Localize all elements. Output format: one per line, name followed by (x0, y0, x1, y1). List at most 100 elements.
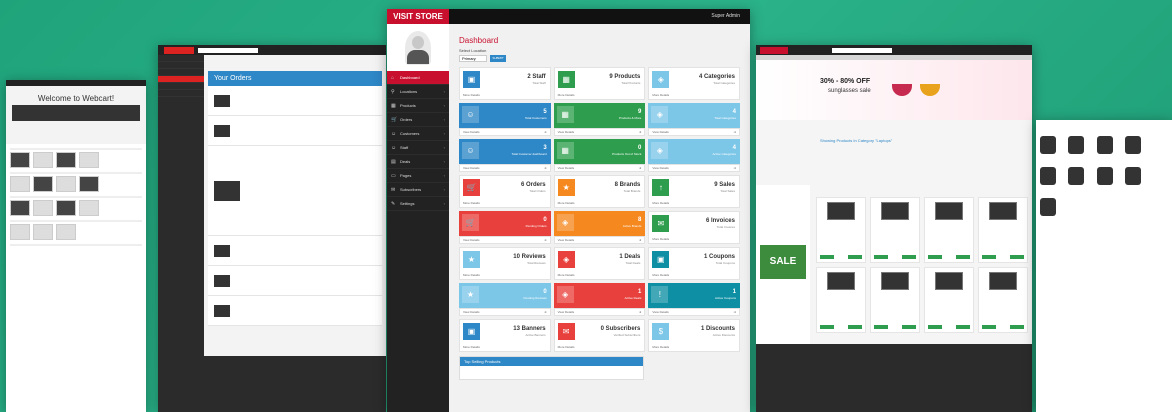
details-link[interactable]: View Details (558, 130, 574, 134)
sidebar-item[interactable] (158, 83, 204, 90)
table-row[interactable] (208, 86, 382, 116)
watch-thumb[interactable] (1040, 136, 1056, 154)
details-link[interactable]: More Details (652, 345, 669, 349)
details-link[interactable]: View Details (463, 238, 479, 242)
product-card[interactable] (978, 197, 1028, 263)
card-footer[interactable]: View Details ➜ (553, 164, 646, 172)
compare-button[interactable] (848, 325, 862, 329)
sidebar-item-locations[interactable]: ⚲ Locations ‹ (387, 85, 449, 99)
product-thumb[interactable] (10, 176, 30, 192)
stat-card[interactable]: ◈ 4 Total Categories View Details ➜ (648, 103, 740, 136)
add-to-cart-button[interactable] (874, 325, 888, 329)
stat-card[interactable]: ✉ 0 Subscribers Verified Subscribers More D… (553, 319, 646, 352)
compare-button[interactable] (902, 255, 916, 259)
details-link[interactable]: More Details (652, 93, 669, 97)
stat-card[interactable]: ◈ 8 Active Brands View Details ➜ (553, 211, 646, 244)
add-to-cart-button[interactable] (874, 255, 888, 259)
card-footer[interactable]: View Details ➜ (553, 308, 646, 316)
admin-user-menu[interactable]: Super Admin (711, 13, 740, 19)
stat-card[interactable]: $1 Discounts Active Discounts More Details (648, 319, 740, 352)
sidebar-item[interactable] (158, 55, 204, 62)
product-thumb[interactable] (56, 200, 76, 216)
stat-card[interactable]: ▦ 0 Products Out of Stock View Details ➜ (553, 139, 646, 172)
compare-button[interactable] (1010, 255, 1024, 259)
product-card[interactable] (870, 267, 920, 333)
sidebar-item-active[interactable] (158, 76, 204, 83)
stat-card[interactable]: ! 1 Active Coupons View Details ➜ (648, 283, 740, 316)
card-footer[interactable]: View Details ➜ (648, 164, 740, 172)
product-thumb[interactable] (79, 176, 99, 192)
submit-button[interactable]: SUBMIT (490, 55, 506, 62)
compare-button[interactable] (902, 325, 916, 329)
watch-thumb[interactable] (1040, 167, 1056, 185)
details-link[interactable]: View Details (652, 130, 668, 134)
compare-button[interactable] (848, 255, 862, 259)
sidebar-item-dashboard[interactable]: ⌂ Dashboard (387, 71, 449, 85)
stat-card[interactable]: ◈ 1 Deals Total Deals More Details (553, 247, 646, 280)
product-thumb[interactable] (56, 152, 76, 168)
sidebar-item-subscribers[interactable]: ✉ Subscribers ‹ (387, 183, 449, 197)
card-footer[interactable]: View Details ➜ (459, 128, 551, 136)
card-footer[interactable]: View Details ➜ (459, 308, 551, 316)
sidebar-item[interactable] (158, 69, 204, 76)
details-link[interactable]: More Details (463, 93, 480, 97)
details-link[interactable]: More Details (463, 273, 480, 277)
sidebar-item-products[interactable]: ▦ Products ‹ (387, 99, 449, 113)
stat-card[interactable]: ↑ 9 Sales Total Sales More Details (648, 175, 740, 208)
sidebar-item-staff[interactable]: ☺ Staff ‹ (387, 141, 449, 155)
sidebar-item[interactable] (158, 62, 204, 69)
details-link[interactable]: View Details (558, 166, 574, 170)
product-thumb[interactable] (33, 176, 53, 192)
add-to-cart-button[interactable] (820, 325, 834, 329)
product-card[interactable] (924, 267, 974, 333)
sidebar-item[interactable] (158, 90, 204, 97)
add-to-cart-button[interactable] (820, 255, 834, 259)
details-link[interactable]: More Details (558, 345, 575, 349)
add-to-cart-button[interactable] (928, 255, 942, 259)
sidebar-item-customers[interactable]: ☺ Customers ‹ (387, 127, 449, 141)
sidebar-item-settings[interactable]: ✎ Settings ‹ (387, 197, 449, 211)
watch-thumb[interactable] (1096, 136, 1113, 154)
details-link[interactable]: View Details (558, 238, 574, 242)
details-link[interactable]: More Details (463, 201, 480, 205)
details-link[interactable]: View Details (652, 166, 668, 170)
compare-button[interactable] (956, 325, 970, 329)
watch-thumb[interactable] (1068, 167, 1085, 185)
product-card[interactable] (924, 197, 974, 263)
table-row[interactable] (208, 236, 382, 266)
location-select[interactable]: Primary (459, 55, 487, 62)
stat-card[interactable]: ▣ 1 Coupons Total Coupons More Details (648, 247, 740, 280)
stat-card[interactable]: ▣ 2 Staff Total Staff More Details (459, 67, 551, 100)
stat-card[interactable]: ☺ 3 Total Customer dashboard View Details ➜ (459, 139, 551, 172)
product-card[interactable] (978, 267, 1028, 333)
stat-card[interactable]: ☺ 5 Total Customers View Details ➜ (459, 103, 551, 136)
card-footer[interactable]: View Details ➜ (648, 308, 740, 316)
category-thumb[interactable] (56, 224, 76, 240)
stat-card[interactable]: ◈ 1 Active Deals View Details ➜ (553, 283, 646, 316)
details-link[interactable]: View Details (652, 310, 668, 314)
product-card[interactable] (870, 197, 920, 263)
watch-thumb[interactable] (1125, 167, 1142, 185)
watch-thumb[interactable] (1040, 198, 1056, 216)
add-to-cart-button[interactable] (982, 255, 996, 259)
stat-card[interactable]: ▣ 13 Banners Active Banners More Details (459, 319, 551, 352)
stat-card[interactable]: ◈ 4 Active Categories View Details ➜ (648, 139, 740, 172)
details-link[interactable]: More Details (652, 237, 669, 241)
details-link[interactable]: More Details (652, 201, 669, 205)
details-link[interactable]: View Details (463, 130, 479, 134)
stat-card[interactable]: ◈ 4 Categories Total Categories More Detail… (648, 67, 740, 100)
stat-card[interactable]: ★ 10 Reviews Total Reviews More Details (459, 247, 551, 280)
card-footer[interactable]: View Details ➜ (553, 128, 646, 136)
compare-button[interactable] (956, 255, 970, 259)
product-thumb[interactable] (79, 200, 99, 216)
details-link[interactable]: View Details (463, 166, 479, 170)
stat-card[interactable]: 🛒 6 Orders Total Orders More Details (459, 175, 551, 208)
product-thumb[interactable] (10, 200, 30, 216)
search-input[interactable] (198, 47, 258, 53)
sidebar-item-deals[interactable]: ▤ Deals ‹ (387, 155, 449, 169)
product-card[interactable] (816, 197, 866, 263)
stat-card[interactable]: ✉ 6 Invoices Total Invoices More Details (648, 211, 740, 244)
details-link[interactable]: More Details (463, 345, 480, 349)
card-footer[interactable]: View Details ➜ (648, 128, 740, 136)
details-link[interactable]: View Details (463, 310, 479, 314)
